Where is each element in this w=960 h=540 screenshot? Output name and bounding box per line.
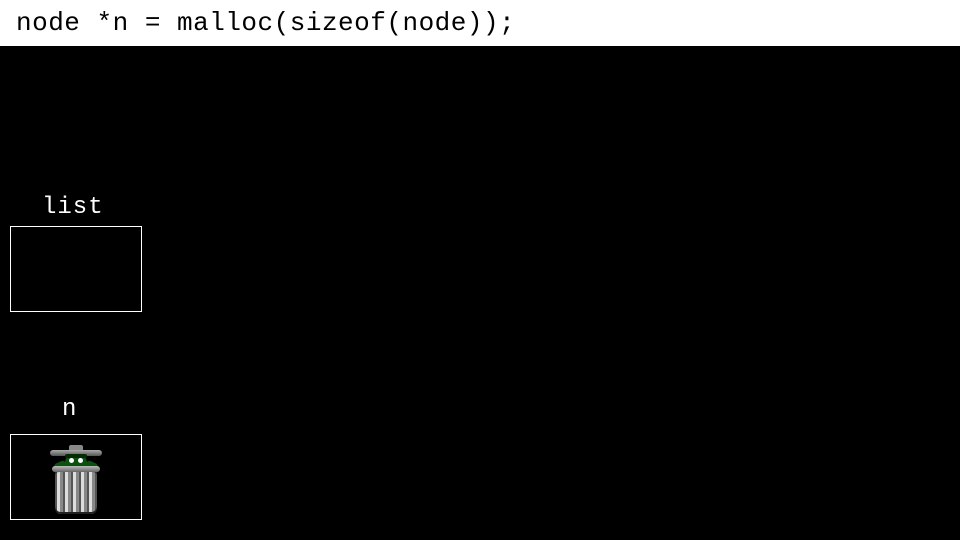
list-label: list [42, 194, 104, 221]
diagram-area: list n [0, 46, 960, 540]
n-label: n [62, 396, 77, 423]
list-pointer-box [10, 226, 142, 312]
n-pointer-box [10, 434, 142, 520]
code-line: node *n = malloc(sizeof(node)); [0, 0, 960, 46]
oscar-garbage-icon [48, 440, 104, 514]
